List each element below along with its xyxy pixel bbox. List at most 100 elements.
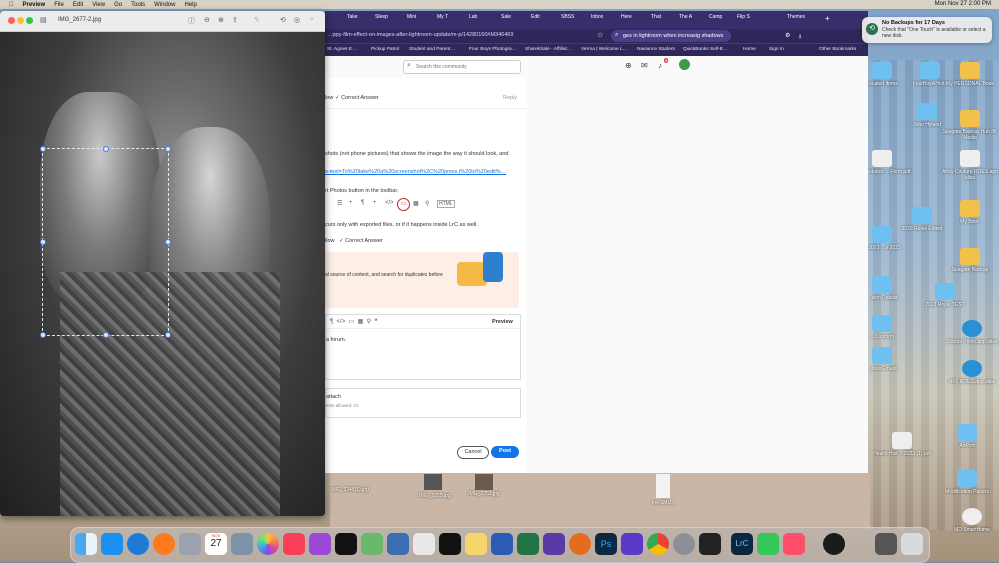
facetime-icon[interactable] (757, 533, 779, 555)
markup-icon[interactable]: ✎ (254, 16, 260, 24)
imovie-icon[interactable] (543, 533, 565, 555)
preview-tab[interactable]: Preview (492, 319, 513, 325)
bookmark-item[interactable]: Sign In (769, 47, 784, 52)
selection-handle[interactable] (165, 146, 171, 152)
file-thumb[interactable]: IMG_3245(1).jpg (330, 487, 370, 493)
list-icon[interactable]: ☰ (337, 200, 342, 207)
selection-handle[interactable] (165, 239, 171, 245)
html-button[interactable]: HTML (437, 200, 455, 208)
desktop-item[interactable]: AirPort (937, 424, 997, 449)
file-thumb[interactable]: IMG_2255.jpg (415, 493, 455, 499)
avatar[interactable] (679, 59, 690, 70)
zoom-in-icon[interactable]: ⊕ (218, 16, 224, 24)
selection-handle[interactable] (40, 239, 46, 245)
correct-answer-label[interactable]: ✓ Correct Answer (339, 238, 383, 244)
bookmark-item[interactable]: Naviance Student (637, 47, 675, 52)
minimize-button[interactable] (17, 17, 24, 24)
roes-icon[interactable] (569, 533, 591, 555)
desktop-item[interactable]: My PERSONAL Book (940, 62, 999, 87)
browser-tab[interactable]: Lab (469, 14, 489, 27)
desktop-item[interactable]: Health Hist… 2023 (1).pdf (872, 432, 932, 457)
browser-tab[interactable]: Here (621, 14, 641, 27)
desktop-item[interactable]: MD SmartHome (942, 508, 999, 533)
selection-handle[interactable] (103, 146, 109, 152)
menubar-clock[interactable]: Mon Nov 27 2:00 PM (935, 1, 991, 7)
siri-icon[interactable] (823, 533, 845, 555)
safari-icon[interactable] (127, 533, 149, 555)
post-link[interactable]: e-text=To%20take%20a%20screenshot%2C%20p… (325, 169, 506, 175)
trash-icon[interactable] (901, 533, 923, 555)
selection-handle[interactable] (165, 332, 171, 338)
selection-rectangle[interactable] (42, 148, 169, 336)
maps-icon[interactable] (361, 533, 383, 555)
attach-panel[interactable]: attach ents allowed: 10 (325, 388, 521, 418)
menu-file[interactable]: File (54, 2, 64, 8)
app-menu[interactable]: Preview (23, 2, 46, 8)
creative-cloud-icon[interactable] (783, 533, 805, 555)
desktop-item[interactable]: 2023 Rojas TEST (915, 283, 975, 308)
menu-view[interactable]: View (92, 2, 105, 8)
more-icon[interactable]: + (373, 200, 377, 206)
extensions-icon[interactable]: ⚙ (785, 32, 790, 39)
community-search-input[interactable] (416, 62, 514, 71)
desktop-item[interactable]: Artsy Couture ROES.app alias (940, 150, 999, 181)
file-thumb-image[interactable] (475, 474, 493, 490)
bookmark-item[interactable]: Pickup Patrol (371, 47, 399, 52)
browser-tab[interactable]: That (651, 14, 671, 27)
browser-tab[interactable]: Take (347, 14, 371, 27)
bookmark-item[interactable]: St. Agnes E… (327, 47, 357, 52)
systempref-icon[interactable] (387, 533, 409, 555)
word-icon[interactable] (491, 533, 513, 555)
backup-notification[interactable]: ⟲ No Backups for 17 Days Check that "One… (862, 17, 992, 43)
settings-icon[interactable] (673, 533, 695, 555)
add-icon[interactable]: + (349, 200, 353, 206)
news-icon[interactable] (439, 533, 461, 555)
excel-icon[interactable] (517, 533, 539, 555)
desktop-item[interactable]: Seagate Backup (940, 248, 999, 273)
correct-answer-label[interactable]: ✓ Correct Answer (335, 95, 379, 101)
photos-app-icon[interactable] (231, 533, 253, 555)
lrc-icon[interactable]: LrC (731, 533, 753, 555)
share-icon[interactable]: ⇪ (232, 16, 238, 24)
browser-tab[interactable]: Edit (531, 14, 551, 27)
bookmark-item[interactable]: SharekSale - Affiliat… (525, 47, 572, 52)
bookmark-item[interactable]: Verma | Welcome L… (581, 47, 627, 52)
follow-label[interactable]: llow (325, 238, 334, 244)
desktop-item[interactable]: My Book (940, 200, 999, 225)
globe-icon[interactable]: ⊕ (625, 61, 632, 70)
menu-go[interactable]: Go (114, 2, 122, 8)
reply-editor[interactable]: ¶ </> ▭ ▦ ⚲ ❝ Preview a forum. (325, 314, 521, 380)
photos-icon[interactable] (257, 533, 279, 555)
browser-tab[interactable]: Sleep (375, 14, 397, 27)
browser-tab[interactable]: Sale (501, 14, 521, 27)
music-icon[interactable] (283, 533, 305, 555)
search-icon[interactable]: ⌕ (310, 16, 314, 24)
photo-canvas[interactable] (0, 32, 325, 516)
star-icon[interactable]: ☆ (597, 31, 603, 39)
sidebar-icon[interactable]: ▤ (40, 16, 47, 24)
classroom-icon[interactable] (621, 533, 643, 555)
rotate-icon[interactable]: ⟲ (280, 16, 286, 24)
download-icon[interactable]: ⭳ (799, 32, 801, 42)
url-field[interactable]: …ppy-film-effect-on-images-after-lightro… (327, 32, 547, 38)
dropbox-icon[interactable] (413, 533, 435, 555)
chrome-icon[interactable] (647, 533, 669, 555)
browser-tab[interactable]: Camp (709, 14, 729, 27)
selection-handle[interactable] (40, 332, 46, 338)
other-bookmarks[interactable]: Other Bookmarks (819, 47, 856, 52)
browser-tab[interactable]: Themes (787, 14, 811, 27)
desktop-item[interactable]: School Prints.app alias (942, 320, 999, 345)
bookmark-item[interactable]: Four Boys Photogra… (469, 47, 516, 52)
desktop-item[interactable]: Seagate Backup Hub 8K Media (940, 110, 999, 141)
browser-tab[interactable]: Inbox (591, 14, 611, 27)
tv-icon[interactable] (335, 533, 357, 555)
close-button[interactable] (8, 17, 15, 24)
post-button[interactable]: Post (491, 446, 519, 458)
zoom-button[interactable] (26, 17, 33, 24)
cancel-button[interactable]: Cancel (457, 446, 489, 459)
file-thumb[interactable]: Inv SMU… (648, 500, 680, 506)
mail-icon[interactable]: ✉ (641, 61, 648, 70)
info-icon[interactable]: ⓘ (188, 16, 195, 26)
code-icon[interactable]: </> (385, 200, 394, 206)
bookmark-item[interactable]: Student and Parent… (409, 47, 455, 52)
